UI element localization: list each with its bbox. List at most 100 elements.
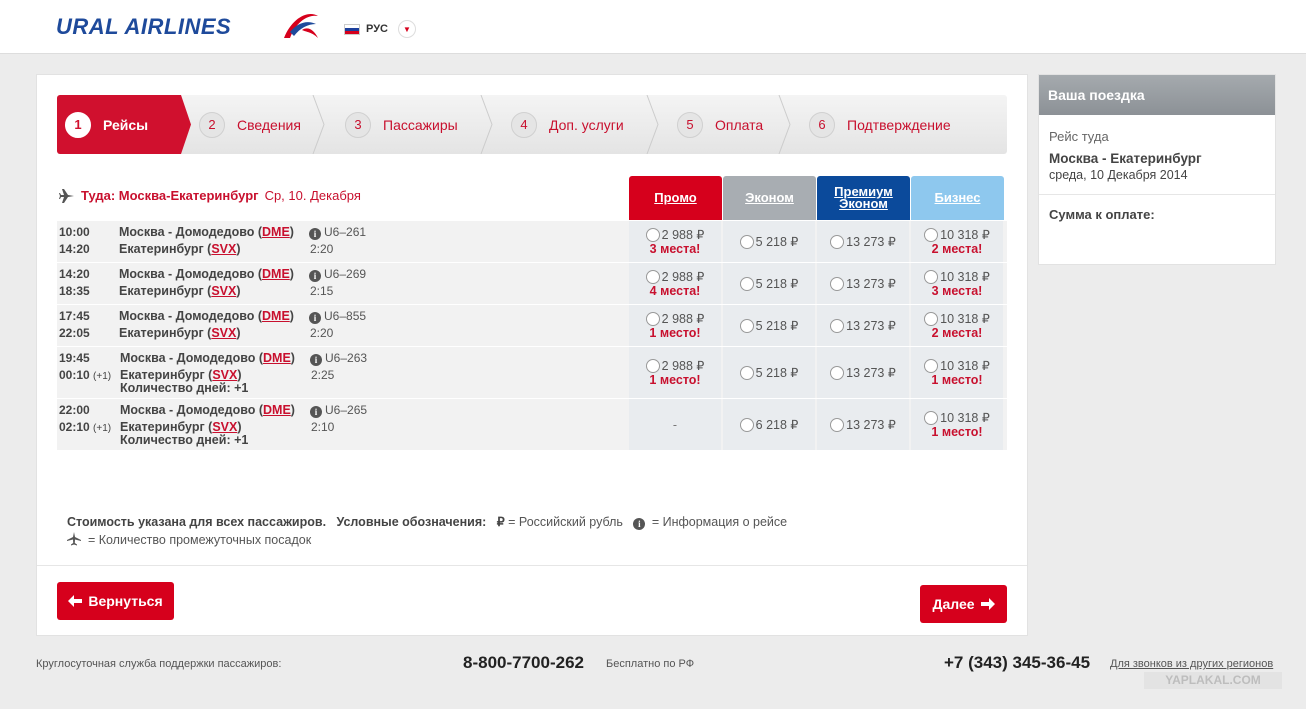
destination-code-link[interactable]: SVX (211, 242, 236, 256)
fare-cell-business[interactable]: 10 318 ₽ 2 места! (911, 221, 1003, 262)
step-number: 5 (677, 111, 703, 138)
info-icon[interactable]: i (310, 406, 322, 418)
fare-radio[interactable] (645, 358, 660, 373)
fare-radio[interactable] (830, 318, 845, 333)
arrow-right-icon (980, 598, 995, 610)
fare-radio[interactable] (739, 234, 754, 249)
origin-code-link[interactable]: DME (262, 267, 290, 281)
airline-logo-text[interactable]: URAL AIRLINES (56, 14, 231, 40)
next-button[interactable]: Далее (920, 585, 1007, 623)
progress-steps: 1 Рейсы 2 Сведения 3 Пассажиры 4 Доп. ус… (57, 95, 1007, 154)
origin-airport: Москва - Домодедово ( (120, 351, 263, 365)
fare-cell-business[interactable]: 10 318 ₽ 2 места! (911, 305, 1003, 346)
flight-row: 14:20 18:35 Москва - Домодедово (DME) Ек… (57, 263, 1007, 305)
step-number: 1 (65, 111, 91, 138)
fare-radio[interactable] (924, 269, 939, 284)
destination-code-link[interactable]: SVX (211, 326, 236, 340)
info-icon[interactable]: i (309, 270, 321, 282)
step-payment[interactable]: 5 Оплата (659, 95, 791, 154)
fare-cell-premium[interactable]: 13 273 ₽ (817, 347, 909, 398)
fare-cell-promo[interactable]: 2 988 ₽ 4 места! (629, 263, 721, 304)
destination-code-link[interactable]: SVX (212, 420, 237, 434)
fare-header-econom[interactable]: Эконом (723, 176, 816, 220)
fare-radio[interactable] (830, 365, 845, 380)
fare-price: 10 318 ₽ (940, 359, 990, 373)
legend-info-text: = Информация о рейсе (651, 515, 788, 529)
seats-left: 4 места! (649, 284, 701, 298)
back-button[interactable]: Вернуться (57, 582, 174, 620)
fare-cell-business[interactable]: 10 318 ₽ 3 места! (911, 263, 1003, 304)
fare-radio[interactable] (830, 234, 845, 249)
fare-radio[interactable] (924, 227, 939, 242)
seats-left: 2 места! (931, 242, 983, 256)
fare-cell-premium[interactable]: 13 273 ₽ (817, 221, 909, 262)
destination-code-link[interactable]: SVX (211, 284, 236, 298)
fare-cell-promo[interactable]: 2 988 ₽ 3 места! (629, 221, 721, 262)
info-icon[interactable]: i (309, 228, 321, 240)
flight-times: 14:20 18:35 (59, 266, 90, 300)
destination-code-link[interactable]: SVX (212, 368, 237, 382)
fare-cell-promo[interactable]: 2 988 ₽ 1 место! (629, 347, 721, 398)
fare-cell-econom[interactable]: 5 218 ₽ (723, 347, 815, 398)
flight-airports: Москва - Домодедово (DME) Екатеринбург (… (120, 403, 295, 447)
fare-header-business[interactable]: Бизнес (911, 176, 1004, 220)
fare-radio[interactable] (739, 318, 754, 333)
next-button-label: Далее (932, 596, 975, 612)
departure-time: 10:00 (59, 225, 90, 239)
flight-airports: Москва - Домодедово (DME) Екатеринбург (… (119, 225, 294, 256)
top-bar: URAL AIRLINES РУС ▼ (0, 0, 1306, 54)
fare-radio[interactable] (924, 410, 939, 425)
fare-cell-econom[interactable]: 5 218 ₽ (723, 305, 815, 346)
booking-panel: 1 Рейсы 2 Сведения 3 Пассажиры 4 Доп. ус… (36, 74, 1028, 636)
fare-radio[interactable] (924, 311, 939, 326)
fare-cell-promo[interactable]: 2 988 ₽ 1 место! (629, 305, 721, 346)
phone-regional-link[interactable]: Для звонков из других регионов (1110, 658, 1273, 670)
fare-cell-business[interactable]: 10 318 ₽ 1 место! (911, 399, 1003, 450)
language-selector[interactable]: РУС ▼ (344, 20, 416, 38)
fare-radio[interactable] (739, 276, 754, 291)
fare-cell-premium[interactable]: 13 273 ₽ (817, 399, 909, 450)
fare-cell-econom[interactable]: 6 218 ₽ (723, 399, 815, 450)
fare-cell-econom[interactable]: 5 218 ₽ (723, 263, 815, 304)
origin-code-link[interactable]: DME (263, 403, 291, 417)
origin-code-link[interactable]: DME (262, 225, 290, 239)
fare-price: 13 273 ₽ (846, 418, 896, 432)
info-icon[interactable]: i (310, 354, 322, 366)
step-details[interactable]: 2 Сведения (181, 95, 325, 154)
fare-radio[interactable] (830, 276, 845, 291)
fare-cell-econom[interactable]: 5 218 ₽ (723, 221, 815, 262)
fare-price: 10 318 ₽ (940, 228, 990, 242)
back-button-label: Вернуться (88, 593, 163, 609)
fare-radio[interactable] (739, 365, 754, 380)
fare-price: 2 988 ₽ (661, 359, 705, 373)
fare-radio[interactable] (739, 417, 754, 432)
fare-price: 10 318 ₽ (940, 411, 990, 425)
origin-airport: Москва - Домодедово ( (119, 225, 262, 239)
next-day-marker: (+1) (93, 423, 112, 434)
info-icon[interactable]: i (309, 312, 321, 324)
origin-code-link[interactable]: DME (262, 309, 290, 323)
step-number: 2 (199, 111, 225, 138)
fare-cell-premium[interactable]: 13 273 ₽ (817, 305, 909, 346)
step-confirmation[interactable]: 6 Подтверждение (791, 95, 1007, 154)
route-date: Ср, 10. Декабря (264, 188, 361, 203)
fare-radio[interactable] (645, 227, 660, 242)
fare-cell-business[interactable]: 10 318 ₽ 1 место! (911, 347, 1003, 398)
fare-radio[interactable] (830, 417, 845, 432)
flight-row: 19:45 00:10 (+1) Москва - Домодедово (DM… (57, 347, 1007, 399)
legend: Стоимость указана для всех пассажиров. У… (67, 513, 787, 549)
fare-radio[interactable] (645, 311, 660, 326)
fare-radio[interactable] (924, 358, 939, 373)
fare-cell-premium[interactable]: 13 273 ₽ (817, 263, 909, 304)
fare-header-promo[interactable]: Промо (629, 176, 722, 220)
flight-duration: 2:20 (310, 326, 334, 340)
step-flights[interactable]: 1 Рейсы (57, 95, 191, 154)
chevron-down-icon[interactable]: ▼ (397, 20, 416, 38)
fare-radio[interactable] (645, 269, 660, 284)
origin-code-link[interactable]: DME (263, 351, 291, 365)
step-extras[interactable]: 4 Доп. услуги (493, 95, 659, 154)
step-passengers[interactable]: 3 Пассажиры (325, 95, 493, 154)
fare-header-premium[interactable]: Премиум Эконом (817, 176, 910, 220)
flight-airports: Москва - Домодедово (DME) Екатеринбург (… (120, 351, 295, 395)
arrow-left-icon (68, 595, 83, 607)
